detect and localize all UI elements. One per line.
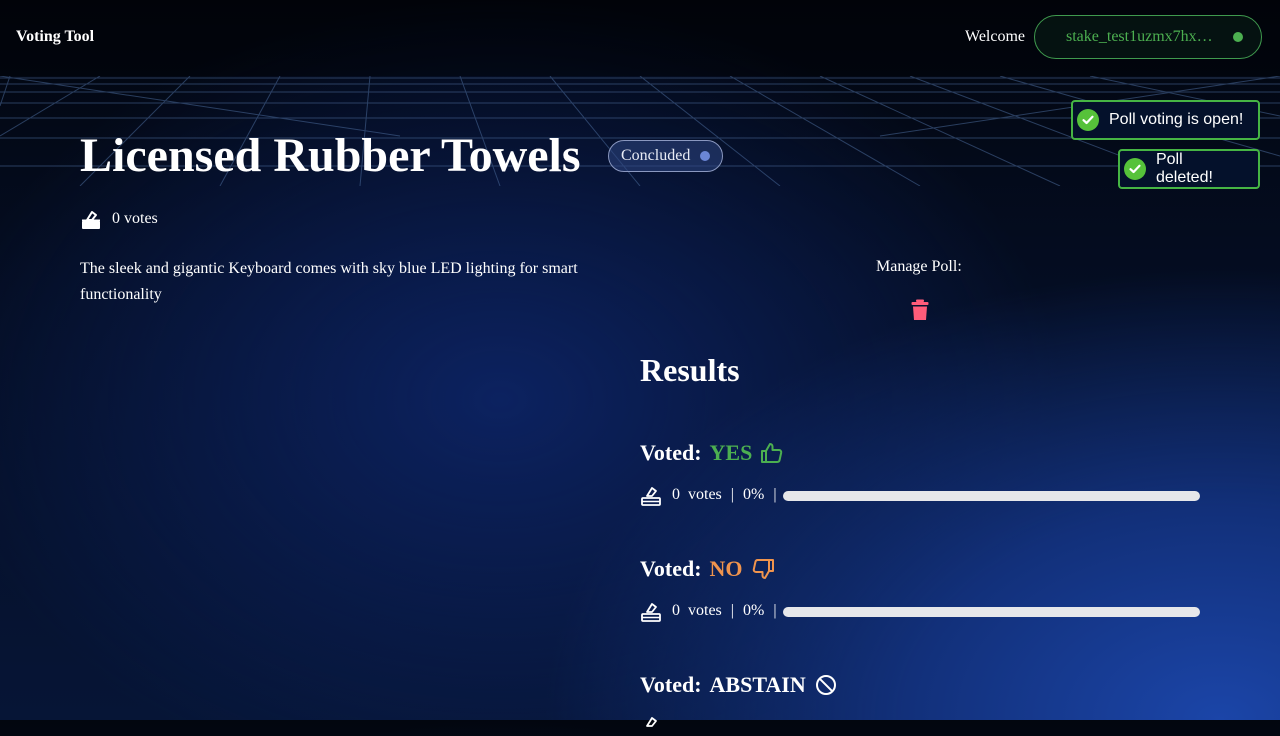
toast-text: Poll deleted! [1155, 151, 1213, 186]
result-no-heading: Voted: NO [640, 556, 775, 582]
result-abstain-heading: Voted: ABSTAIN [640, 672, 838, 698]
toast-text: Poll voting is open! [1109, 111, 1244, 128]
toast-voting-open[interactable]: Poll voting is open! [1071, 100, 1260, 140]
thumbs-down-icon [752, 559, 774, 579]
trash-icon[interactable] [910, 299, 930, 326]
separator: | [730, 602, 734, 619]
voted-label: Voted: [640, 672, 702, 697]
top-bar: Voting Tool Welcome stake_test1uzmx7hx… [0, 0, 1280, 76]
manage-poll-label: Manage Poll: [876, 258, 962, 275]
vote-count: 0 [672, 486, 680, 503]
ballot-icon [82, 211, 100, 229]
no-progress-bar [783, 607, 1200, 617]
separator: | [773, 486, 777, 503]
voted-label: Voted: [640, 440, 702, 465]
status-dot [700, 151, 711, 161]
results-title: Results [640, 352, 740, 388]
choice-abstain: ABSTAIN [709, 672, 806, 697]
wallet-address: stake_test1uzmx7hx… [1066, 28, 1213, 45]
result-abstain-stats [640, 714, 672, 736]
thumbs-up-icon [761, 443, 783, 463]
vote-percent: 0% [742, 486, 765, 503]
votes-word: votes [688, 602, 722, 619]
total-votes: 0 votes [80, 208, 158, 230]
vote-count: 0 [672, 602, 680, 619]
abstain-icon [815, 675, 836, 695]
yes-progress-bar [783, 491, 1200, 501]
separator: | [730, 486, 734, 503]
vote-percent: 0% [742, 602, 765, 619]
voted-label: Voted: [640, 556, 702, 581]
status-badge: Concluded [608, 140, 724, 172]
ballot-icon [641, 487, 661, 506]
app-title[interactable]: Voting Tool [16, 28, 94, 46]
result-no-stats: 0 votes | 0% | [640, 600, 786, 622]
poll-title: Licensed Rubber Towels [80, 129, 581, 182]
status-text: Concluded [621, 147, 691, 164]
separator: | [773, 602, 777, 619]
choice-no: NO [709, 556, 743, 581]
wallet-button[interactable]: stake_test1uzmx7hx… [1034, 15, 1262, 59]
toast-poll-deleted[interactable]: Poll deleted! [1118, 149, 1260, 189]
check-circle-icon [1124, 158, 1146, 180]
check-circle-icon [1077, 109, 1099, 131]
result-yes-stats: 0 votes | 0% | [640, 484, 786, 506]
total-votes-text: 0 votes [112, 210, 158, 227]
poll-description: The sleek and gigantic Keyboard comes wi… [80, 260, 578, 303]
votes-word: votes [688, 486, 722, 503]
result-yes-heading: Voted: YES [640, 440, 784, 466]
ballot-icon [646, 717, 657, 727]
ballot-icon [641, 603, 661, 622]
wallet-status-dot [1233, 32, 1243, 42]
choice-yes: YES [709, 440, 753, 465]
welcome-text: Welcome [965, 28, 1026, 45]
